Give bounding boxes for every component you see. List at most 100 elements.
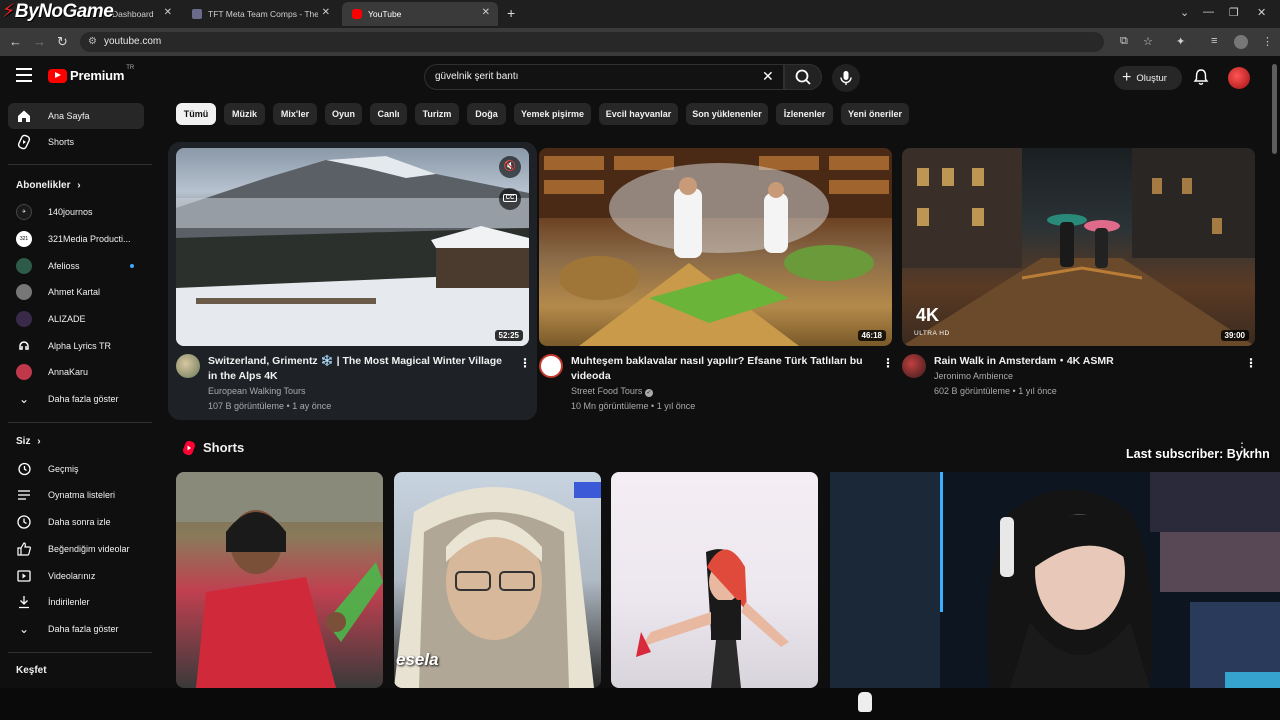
more-actions-icon[interactable]: ⋮ [519, 356, 531, 370]
tab-youtube[interactable]: YouTube ✕ [342, 2, 498, 26]
reload-icon[interactable]: ↻ [57, 34, 68, 50]
chip-live[interactable]: Canlı [370, 103, 407, 125]
address-bar[interactable]: ⚙ youtube.com [80, 32, 1104, 52]
more-actions-icon[interactable]: ⋮ [1236, 440, 1248, 454]
sidebar-item-alpha-lyrics[interactable]: Alpha Lyrics TR [8, 333, 144, 359]
channel-avatar [16, 311, 32, 327]
sidebar-item-label: Daha fazla göster [48, 624, 119, 634]
show-more-you[interactable]: ⌄ Daha fazla göster [8, 616, 144, 642]
sidebar: Ana Sayfa Shorts Abonelikler › ✈ 140jour… [0, 98, 156, 720]
install-app-icon[interactable]: ⧉ [1120, 35, 1128, 48]
tab-search-icon[interactable]: ⌄ [1180, 6, 1189, 19]
chip-watched[interactable]: İzlenenler [776, 103, 833, 125]
sidebar-item-140journos[interactable]: ✈ 140journos [8, 199, 144, 225]
close-icon[interactable]: ✕ [164, 7, 172, 18]
sidebar-item-afelioss[interactable]: Afelioss [8, 253, 144, 279]
browser-menu-icon[interactable]: ⋮ [1262, 35, 1273, 48]
short-thumbnail[interactable]: esela [394, 472, 601, 688]
new-tab-button[interactable]: + [507, 5, 515, 21]
sidebar-item-ahmet-kartal[interactable]: Ahmet Kartal [8, 279, 144, 305]
video-title[interactable]: Switzerland, Grimentz ❄️ | The Most Magi… [208, 354, 508, 383]
video-thumbnail[interactable]: 🔇 CC 52:25 [176, 148, 529, 346]
streamer-webcam [830, 472, 1280, 688]
chip-pets[interactable]: Evcil hayvanlar [599, 103, 678, 125]
sidebar-item-your-videos[interactable]: Videolarınız [8, 563, 144, 589]
short-thumbnail[interactable] [611, 472, 818, 688]
chip-cooking[interactable]: Yemek pişirme [514, 103, 591, 125]
chevron-down-icon: ⌄ [18, 392, 30, 406]
chevron-right-icon: › [77, 180, 81, 191]
channel-avatar [16, 364, 32, 380]
maximize-icon[interactable]: ❐ [1229, 6, 1239, 19]
chevron-right-icon: › [37, 436, 41, 447]
sidebar-item-label: Ana Sayfa [48, 111, 90, 121]
sidebar-item-label: ALIZADE [48, 314, 86, 324]
more-actions-icon[interactable]: ⋮ [1245, 356, 1257, 370]
extensions-icon[interactable]: ✦ [1176, 35, 1185, 48]
bookmark-star-icon[interactable]: ☆ [1143, 35, 1153, 48]
microphone-icon [840, 71, 852, 85]
chip-mixes[interactable]: Mix'ler [273, 103, 317, 125]
subscriptions-heading[interactable]: Abonelikler › [16, 180, 81, 191]
chip-recently-uploaded[interactable]: Son yüklenenler [686, 103, 768, 125]
minimize-icon[interactable]: — [1203, 6, 1214, 18]
search-button[interactable] [784, 64, 822, 90]
more-actions-icon[interactable]: ⋮ [882, 356, 894, 370]
sidebar-item-shorts[interactable]: Shorts [8, 129, 144, 155]
clear-search-icon[interactable]: ✕ [762, 68, 774, 85]
sidebar-item-321media[interactable]: 321 321Media Producti... [8, 226, 144, 252]
sidebar-item-downloads[interactable]: İndirilenler [8, 589, 144, 615]
mute-icon[interactable]: 🔇 [499, 156, 521, 178]
sidebar-item-label: Videolarınız [48, 571, 96, 581]
channel-name[interactable]: European Walking Tours [208, 386, 306, 396]
youtube-play-icon [48, 68, 67, 83]
create-button[interactable]: + Oluştur [1114, 66, 1182, 90]
close-icon[interactable]: ✕ [322, 7, 330, 18]
search-input[interactable]: güvelnik şerit bantı [424, 64, 784, 90]
channel-name[interactable]: Street Food Tours ✓ [571, 386, 653, 397]
video-title[interactable]: Muhteşem baklavalar nasıl yapılır? Efsan… [571, 354, 871, 383]
you-heading[interactable]: Siz › [16, 436, 41, 447]
channel-avatar[interactable] [539, 354, 563, 378]
sidebar-item-liked-videos[interactable]: Beğendiğim videolar [8, 536, 144, 562]
channel-avatar[interactable] [176, 354, 200, 378]
chip-tourism[interactable]: Turizm [415, 103, 459, 125]
chip-gaming[interactable]: Oyun [325, 103, 362, 125]
chip-nature[interactable]: Doğa [467, 103, 506, 125]
tab-tft[interactable]: TFT Meta Team Comps - The Be ✕ [182, 2, 338, 26]
close-icon[interactable]: ✕ [482, 7, 490, 18]
video-thumbnail[interactable]: 4K ULTRA HD 39:00 [902, 148, 1255, 346]
search-icon [795, 69, 811, 85]
site-info-icon[interactable]: ⚙ [88, 32, 97, 52]
profile-icon[interactable] [1234, 35, 1248, 49]
chip-music[interactable]: Müzik [224, 103, 265, 125]
channel-name[interactable]: Jeronimo Ambience [934, 371, 1013, 381]
media-control-icon[interactable]: ≡ [1211, 35, 1217, 47]
window-close-icon[interactable]: ✕ [1257, 6, 1266, 19]
voice-search-button[interactable] [832, 64, 860, 92]
chip-all[interactable]: Tümü [176, 103, 216, 125]
short-thumbnail[interactable] [176, 472, 383, 688]
sidebar-item-annakaru[interactable]: AnnaKaru [8, 359, 144, 385]
back-icon[interactable]: ← [9, 34, 22, 49]
chip-new-to-you[interactable]: Yeni öneriler [841, 103, 909, 125]
video-title[interactable]: Rain Walk in Amsterdam・4K ASMR [934, 354, 1234, 369]
sidebar-item-watch-later[interactable]: Daha sonra izle [8, 509, 144, 535]
sidebar-item-alizade[interactable]: ALIZADE [8, 306, 144, 332]
video-thumbnail[interactable]: 46:18 [539, 148, 892, 346]
forward-icon[interactable]: → [33, 34, 46, 49]
page-scrollbar[interactable] [1272, 64, 1277, 154]
show-more-subscriptions[interactable]: ⌄ Daha fazla göster [8, 386, 144, 412]
channel-avatar[interactable] [902, 354, 926, 378]
sidebar-item-playlists[interactable]: Oynatma listeleri [8, 482, 144, 508]
sidebar-item-home[interactable]: Ana Sayfa [8, 103, 144, 129]
channel-avatar [16, 284, 32, 300]
divider [8, 164, 152, 165]
notifications-bell-icon[interactable] [1192, 68, 1210, 91]
menu-icon[interactable] [16, 68, 32, 82]
captions-icon[interactable]: CC [499, 188, 521, 210]
sidebar-item-history[interactable]: Geçmiş [8, 456, 144, 482]
sidebar-item-label: AnnaKaru [48, 367, 89, 377]
account-avatar[interactable] [1228, 67, 1250, 89]
youtube-premium-logo[interactable]: Premium TR [48, 65, 134, 83]
